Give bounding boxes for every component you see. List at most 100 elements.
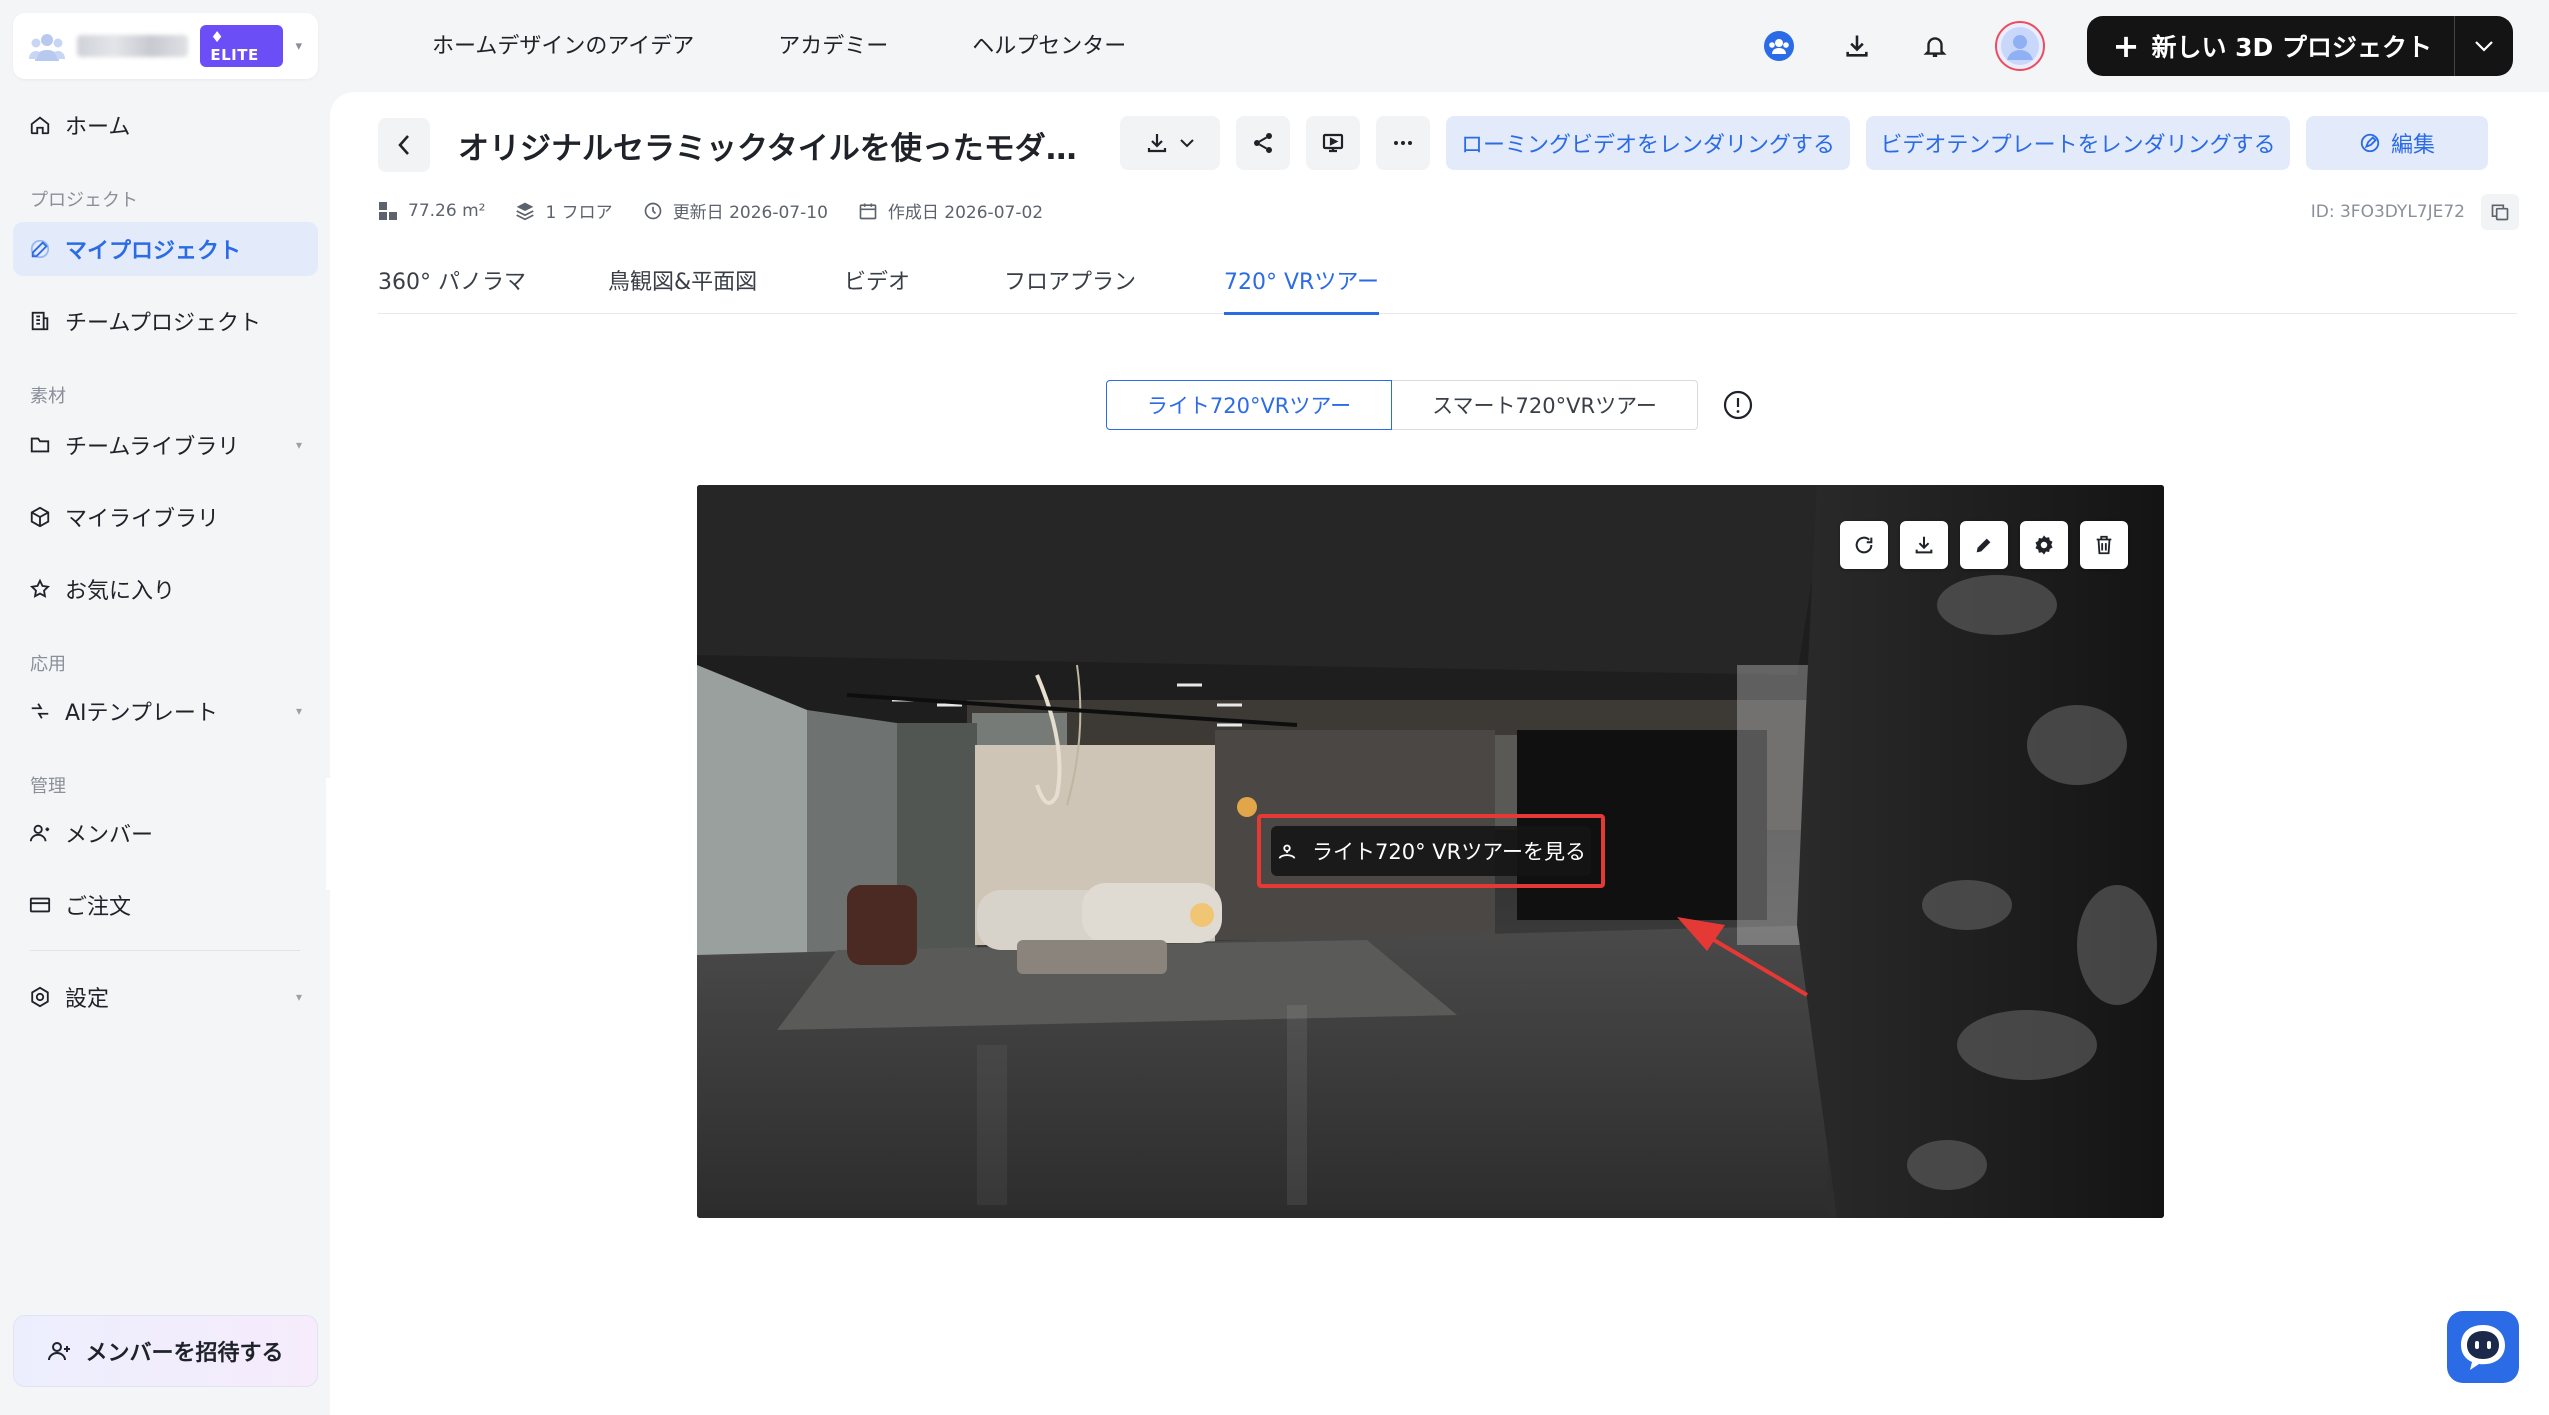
mode-smart-720-vr[interactable]: スマート720°VRツアー <box>1392 380 1698 430</box>
sidebar-item-label: マイプロジェクト <box>65 239 242 264</box>
vr-panorama-preview[interactable]: ライト720° VRツアーを見る <box>697 485 2164 1218</box>
chat-support-button[interactable] <box>2447 1311 2519 1383</box>
topnav-academy[interactable]: アカデミー <box>778 28 888 60</box>
vr-viewer-icon <box>1278 844 1296 859</box>
chevron-down-icon: ▾ <box>295 704 302 718</box>
sidebar-item-label: メンバー <box>65 823 154 848</box>
user-avatar[interactable] <box>1994 21 2045 71</box>
render-roaming-video-button[interactable]: ローミングビデオをレンダリングする <box>1446 116 1850 170</box>
building-icon <box>31 311 49 331</box>
bolt-icon <box>31 703 49 719</box>
edit-button[interactable] <box>1960 521 2008 569</box>
info-icon[interactable] <box>1723 390 1753 420</box>
topnav-help-center[interactable]: ヘルプセンター <box>972 28 1126 60</box>
settings-button[interactable] <box>2020 521 2068 569</box>
tab-birdseye-floorplan[interactable]: 鳥観図&平面図 <box>608 264 757 314</box>
project-id: ID: 3FO3DYL7JE72 <box>2311 194 2519 230</box>
render-video-template-button[interactable]: ビデオテンプレートをレンダリングする <box>1866 116 2290 170</box>
sidebar-item-label: ホーム <box>65 115 131 140</box>
sidebar-item-label: ご注文 <box>65 895 132 920</box>
new-3d-project-button[interactable]: + 新しい 3D プロジェクト <box>2086 16 2513 76</box>
copy-id-button[interactable] <box>2481 194 2519 230</box>
mode-lite-720-vr[interactable]: ライト720°VRツアー <box>1106 380 1392 430</box>
sidebar-item-label: チームプロジェクト <box>65 311 262 336</box>
team-switcher[interactable]: ♦ ELITE ▾ <box>13 13 318 79</box>
edit-button[interactable]: 編集 <box>2306 116 2488 170</box>
vr-mode-switch: ライト720°VRツアー スマート720°VRツアー <box>1106 380 1698 430</box>
refresh-icon <box>1855 536 1873 554</box>
home-icon <box>30 116 50 135</box>
section-label-management: 管理 <box>30 776 66 797</box>
new-project-dropdown[interactable] <box>2455 40 2513 52</box>
sidebar-divider <box>30 950 300 951</box>
folder-icon <box>30 437 50 453</box>
copy-icon <box>2491 204 2509 221</box>
invite-members-button[interactable]: メンバーを招待する <box>13 1315 318 1387</box>
trash-icon <box>2096 535 2112 555</box>
share-icon <box>1254 133 1272 153</box>
more-horizontal-icon <box>1394 141 1412 145</box>
sidebar-item-members[interactable]: メンバー <box>13 806 318 860</box>
sidebar-item-label: マイライブラリ <box>65 507 220 532</box>
sidebar-item-team-library[interactable]: チームライブラリ ▾ <box>13 418 318 472</box>
team-name-redacted <box>77 35 189 57</box>
edit-icon <box>30 239 50 259</box>
chevron-down-icon: ▾ <box>295 38 302 54</box>
add-user-icon <box>48 1342 71 1361</box>
view-button-highlight: ライト720° VRツアーを見る <box>1257 814 1605 888</box>
elite-badge: ♦ ELITE <box>200 25 284 67</box>
cube-icon <box>30 506 50 528</box>
sidebar-item-home[interactable]: ホーム <box>13 98 318 152</box>
top-navigation: ホームデザインのアイデア アカデミー ヘルプセンター <box>432 28 1126 60</box>
share-button[interactable] <box>1236 116 1290 170</box>
download-button[interactable] <box>1900 521 1948 569</box>
new-project-label[interactable]: + 新しい 3D プロジェクト <box>2113 28 2454 64</box>
project-toolbar: ローミングビデオをレンダリングする ビデオテンプレートをレンダリングする 編集 <box>1120 116 2488 174</box>
sidebar-item-my-library[interactable]: マイライブラリ <box>13 490 318 544</box>
topnav-home-design-ideas[interactable]: ホームデザインのアイデア <box>432 28 694 60</box>
tab-video[interactable]: ビデオ <box>844 264 910 314</box>
chevron-down-icon <box>1180 139 1194 148</box>
gear-icon <box>2035 535 2053 555</box>
chevron-left-icon <box>398 135 409 155</box>
members-icon <box>29 824 50 842</box>
clock-icon <box>644 202 662 219</box>
sidebar-item-label: お気に入り <box>65 579 176 604</box>
star-icon <box>29 578 51 598</box>
view-lite-720-vr-button[interactable]: ライト720° VRツアーを見る <box>1271 826 1591 876</box>
back-button[interactable] <box>378 118 430 172</box>
more-options-button[interactable] <box>1376 116 1430 170</box>
view-tabs: 360° パノラマ 鳥観図&平面図 ビデオ フロアプラン 720° VRツアー <box>378 264 2517 315</box>
delete-button[interactable] <box>2080 521 2128 569</box>
area-icon <box>379 201 397 220</box>
sidebar-item-ai-templates[interactable]: AIテンプレート ▾ <box>13 684 318 738</box>
sidebar-item-favorites[interactable]: お気に入り <box>13 562 318 616</box>
download-icon[interactable] <box>1839 28 1875 64</box>
top-right-actions: + 新しい 3D プロジェクト <box>1761 16 2513 76</box>
tab-floor-plan[interactable]: フロアプラン <box>1004 264 1136 314</box>
download-icon <box>1147 134 1167 153</box>
sidebar-item-label: チームライブラリ <box>65 435 240 460</box>
section-label-project: プロジェクト <box>30 190 138 211</box>
tab-360-panorama[interactable]: 360° パノラマ <box>378 264 526 314</box>
notification-bell-icon[interactable] <box>1917 28 1953 64</box>
community-icon[interactable] <box>1761 28 1797 64</box>
presentation-button[interactable] <box>1306 116 1360 170</box>
project-meta: 77.26 m² 1 フロア 更新日 2026-07-10 作成日 2026-0… <box>378 198 1043 223</box>
tab-720-vr-tour[interactable]: 720° VRツアー <box>1224 264 1380 315</box>
download-dropdown-button[interactable] <box>1120 116 1220 170</box>
sidebar-item-team-projects[interactable]: チームプロジェクト <box>13 294 318 348</box>
sidebar-item-orders[interactable]: ご注文 <box>13 878 318 932</box>
chat-bot-icon <box>2461 1325 2505 1370</box>
sidebar-item-settings[interactable]: 設定 ▾ <box>13 970 318 1024</box>
card-icon <box>29 897 51 913</box>
presentation-icon <box>1322 133 1344 153</box>
refresh-button[interactable] <box>1840 521 1888 569</box>
layers-icon <box>516 202 535 220</box>
section-label-application: 応用 <box>30 654 66 675</box>
sidebar-item-my-projects[interactable]: マイプロジェクト <box>13 222 318 276</box>
download-icon <box>1915 536 1933 554</box>
pencil-icon <box>1976 538 1991 553</box>
chevron-down-icon: ▾ <box>295 990 302 1004</box>
plus-icon: + <box>2112 27 2140 65</box>
